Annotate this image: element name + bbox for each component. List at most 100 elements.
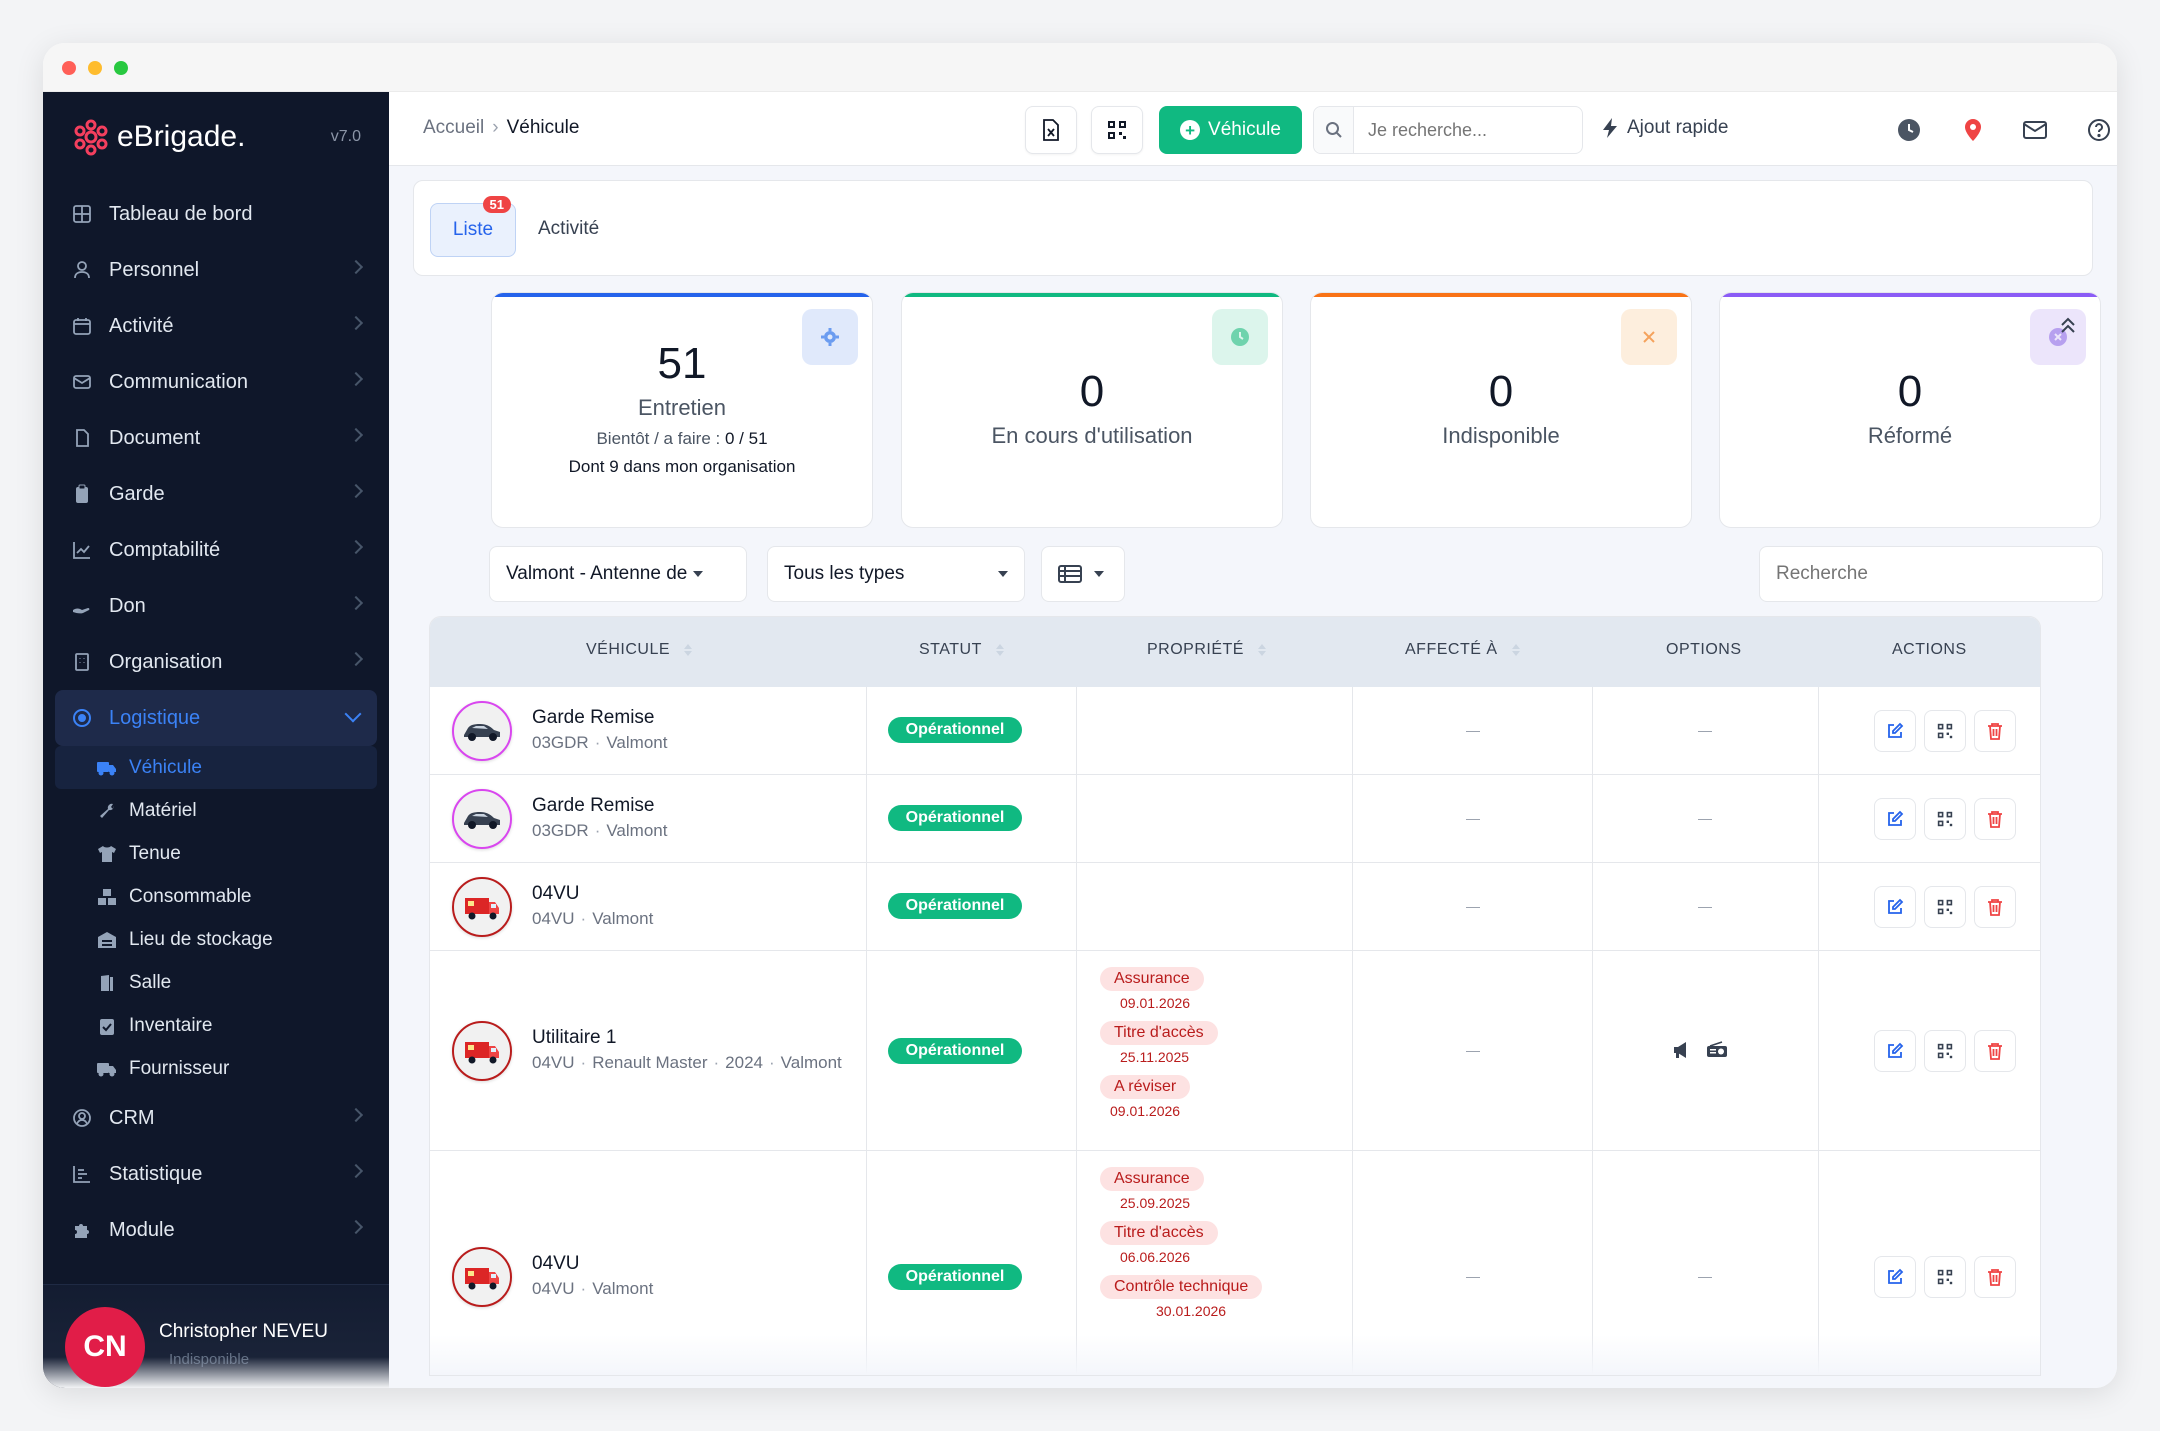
trash-icon: [1988, 1043, 2002, 1060]
avatar[interactable]: CN: [65, 1307, 145, 1387]
count-badge: 51: [482, 196, 511, 213]
sidebar-item-don[interactable]: Don: [43, 578, 389, 634]
edit-button[interactable]: [1874, 886, 1916, 928]
table-row[interactable]: Garde Remise 03GDR · Valmont Opérationnel: [430, 687, 2040, 775]
qr-code-button[interactable]: [1924, 798, 1966, 840]
history-clock-icon[interactable]: [1897, 118, 1921, 142]
maximize-window-button[interactable]: [114, 61, 128, 75]
empty-value: [1698, 819, 1712, 820]
sidebar-item-statistique[interactable]: Statistique: [43, 1146, 389, 1202]
vehicle-name[interactable]: Garde Remise: [532, 795, 655, 817]
vehicle-model: Renault Master: [592, 1053, 708, 1072]
clipboard-check-icon: [97, 1016, 117, 1036]
property-list: Assurance 09.01.2026 Titre d'accès 25.11…: [1100, 967, 1218, 1129]
column-header-statut[interactable]: STATUT: [919, 641, 1004, 659]
sidebar-sub-item-lieu-de-stockage[interactable]: Lieu de stockage: [43, 918, 389, 961]
export-excel-button[interactable]: [1025, 106, 1077, 154]
vehicle-name[interactable]: Utilitaire 1: [532, 1027, 616, 1049]
vehicle-name[interactable]: 04VU: [532, 883, 580, 905]
view-mode-select[interactable]: [1041, 546, 1125, 602]
user-profile[interactable]: CN Christopher NEVEU Indisponible: [43, 1284, 389, 1388]
sidebar-item-comptabilite[interactable]: Comptabilité: [43, 522, 389, 578]
mail-icon[interactable]: [2023, 118, 2047, 142]
organisation-select[interactable]: Valmont - Antenne de: [489, 546, 747, 602]
view-tabs: Liste 51 Activité: [413, 180, 2093, 276]
tab-liste[interactable]: Liste 51: [430, 196, 516, 257]
sidebar-sub-item-inventaire[interactable]: Inventaire: [43, 1004, 389, 1047]
delete-button[interactable]: [1974, 886, 2016, 928]
column-header-label: PROPRIÉTÉ: [1147, 641, 1244, 658]
stat-card-indisponible[interactable]: 0 Indisponible: [1310, 292, 1692, 528]
edit-button[interactable]: [1874, 798, 1916, 840]
breadcrumb-separator-icon: ›: [492, 117, 499, 138]
sidebar-sub-item-materiel[interactable]: Matériel: [43, 789, 389, 832]
edit-button[interactable]: [1874, 710, 1916, 752]
empty-value: [1466, 1051, 1480, 1052]
sidebar-item-logistique[interactable]: Logistique: [55, 690, 377, 746]
user-status: Indisponible: [169, 1351, 250, 1368]
vehicle-name[interactable]: 04VU: [532, 1253, 580, 1275]
collapse-double-chevron-icon[interactable]: [2059, 316, 2077, 341]
sidebar-item-crm[interactable]: CRM: [43, 1090, 389, 1146]
sidebar-sub-item-consommable[interactable]: Consommable: [43, 875, 389, 918]
empty-value: [1698, 731, 1712, 732]
property-tag: A réviser: [1100, 1075, 1191, 1099]
user-name: Christopher NEVEU: [159, 1321, 328, 1342]
column-header-propriete[interactable]: PROPRIÉTÉ: [1147, 641, 1266, 659]
sidebar-sub-item-fournisseur[interactable]: Fournisseur: [43, 1047, 389, 1090]
car-icon: [452, 789, 512, 849]
column-header-affecte[interactable]: AFFECTÉ À: [1405, 641, 1520, 659]
stat-label: Indisponible: [1442, 423, 1560, 448]
global-search-input[interactable]: [1354, 119, 1574, 141]
tab-activite[interactable]: Activité: [538, 218, 599, 240]
sidebar-item-garde[interactable]: Garde: [43, 466, 389, 522]
delete-button[interactable]: [1974, 798, 2016, 840]
delete-button[interactable]: [1974, 1030, 2016, 1072]
qr-code-button[interactable]: [1924, 1256, 1966, 1298]
stat-accent-bar: [1311, 293, 1691, 297]
help-icon[interactable]: [2087, 118, 2111, 142]
delete-button[interactable]: [1974, 1256, 2016, 1298]
stat-card-entretien[interactable]: 51 Entretien Bientôt / a faire : 0 / 51 …: [491, 292, 873, 528]
qr-code-button[interactable]: [1924, 886, 1966, 928]
table-row[interactable]: 04VU 04VU · Valmont Opérationnel: [430, 863, 2040, 951]
close-window-button[interactable]: [62, 61, 76, 75]
column-header-options: OPTIONS: [1666, 641, 1742, 659]
brand[interactable]: eBrigade. v7.0: [43, 92, 389, 182]
quick-add-button[interactable]: Ajout rapide: [1601, 117, 1728, 139]
sidebar-sub-item-vehicule[interactable]: Véhicule: [55, 746, 377, 789]
minimize-window-button[interactable]: [88, 61, 102, 75]
sidebar-sub-item-tenue[interactable]: Tenue: [43, 832, 389, 875]
sidebar-item-personnel[interactable]: Personnel: [43, 242, 389, 298]
qr-code-icon: [1937, 723, 1953, 739]
sidebar-item-module[interactable]: Module: [43, 1202, 389, 1258]
stat-card-en-cours[interactable]: 0 En cours d'utilisation: [901, 292, 1283, 528]
x-icon: [1621, 309, 1677, 365]
edit-button[interactable]: [1874, 1030, 1916, 1072]
sidebar-item-tableau-de-bord[interactable]: Tableau de bord: [43, 186, 389, 242]
stat-card-reforme[interactable]: 0 Réformé: [1719, 292, 2101, 528]
breadcrumb-home[interactable]: Accueil: [423, 117, 484, 138]
sidebar-sub-item-salle[interactable]: Salle: [43, 961, 389, 1004]
table-row[interactable]: Utilitaire 1 04VU · Renault Master · 2024 · Va…: [430, 951, 2040, 1151]
sidebar-item-communication[interactable]: Communication: [43, 354, 389, 410]
qr-code-button[interactable]: [1924, 1030, 1966, 1072]
table-search-input[interactable]: [1776, 563, 2076, 585]
column-header-vehicule[interactable]: VÉHICULE: [586, 641, 693, 659]
vehicle-name[interactable]: Garde Remise: [532, 707, 655, 729]
qr-code-button[interactable]: [1091, 106, 1143, 154]
stat-accent-bar: [1720, 293, 2100, 297]
location-pin-icon[interactable]: [1961, 118, 1985, 142]
add-vehicle-button[interactable]: + Véhicule: [1159, 106, 1302, 154]
sidebar-item-organisation[interactable]: Organisation: [43, 634, 389, 690]
sidebar-item-label: Comptabilité: [109, 538, 221, 561]
sidebar-item-label: Organisation: [109, 650, 223, 673]
delete-button[interactable]: [1974, 710, 2016, 752]
sidebar-item-document[interactable]: Document: [43, 410, 389, 466]
table-row[interactable]: Garde Remise 03GDR · Valmont Opérationnel: [430, 775, 2040, 863]
edit-button[interactable]: [1874, 1256, 1916, 1298]
qr-code-button[interactable]: [1924, 710, 1966, 752]
hand-icon: [71, 595, 93, 617]
sidebar-item-activite[interactable]: Activité: [43, 298, 389, 354]
type-select[interactable]: Tous les types: [767, 546, 1025, 602]
